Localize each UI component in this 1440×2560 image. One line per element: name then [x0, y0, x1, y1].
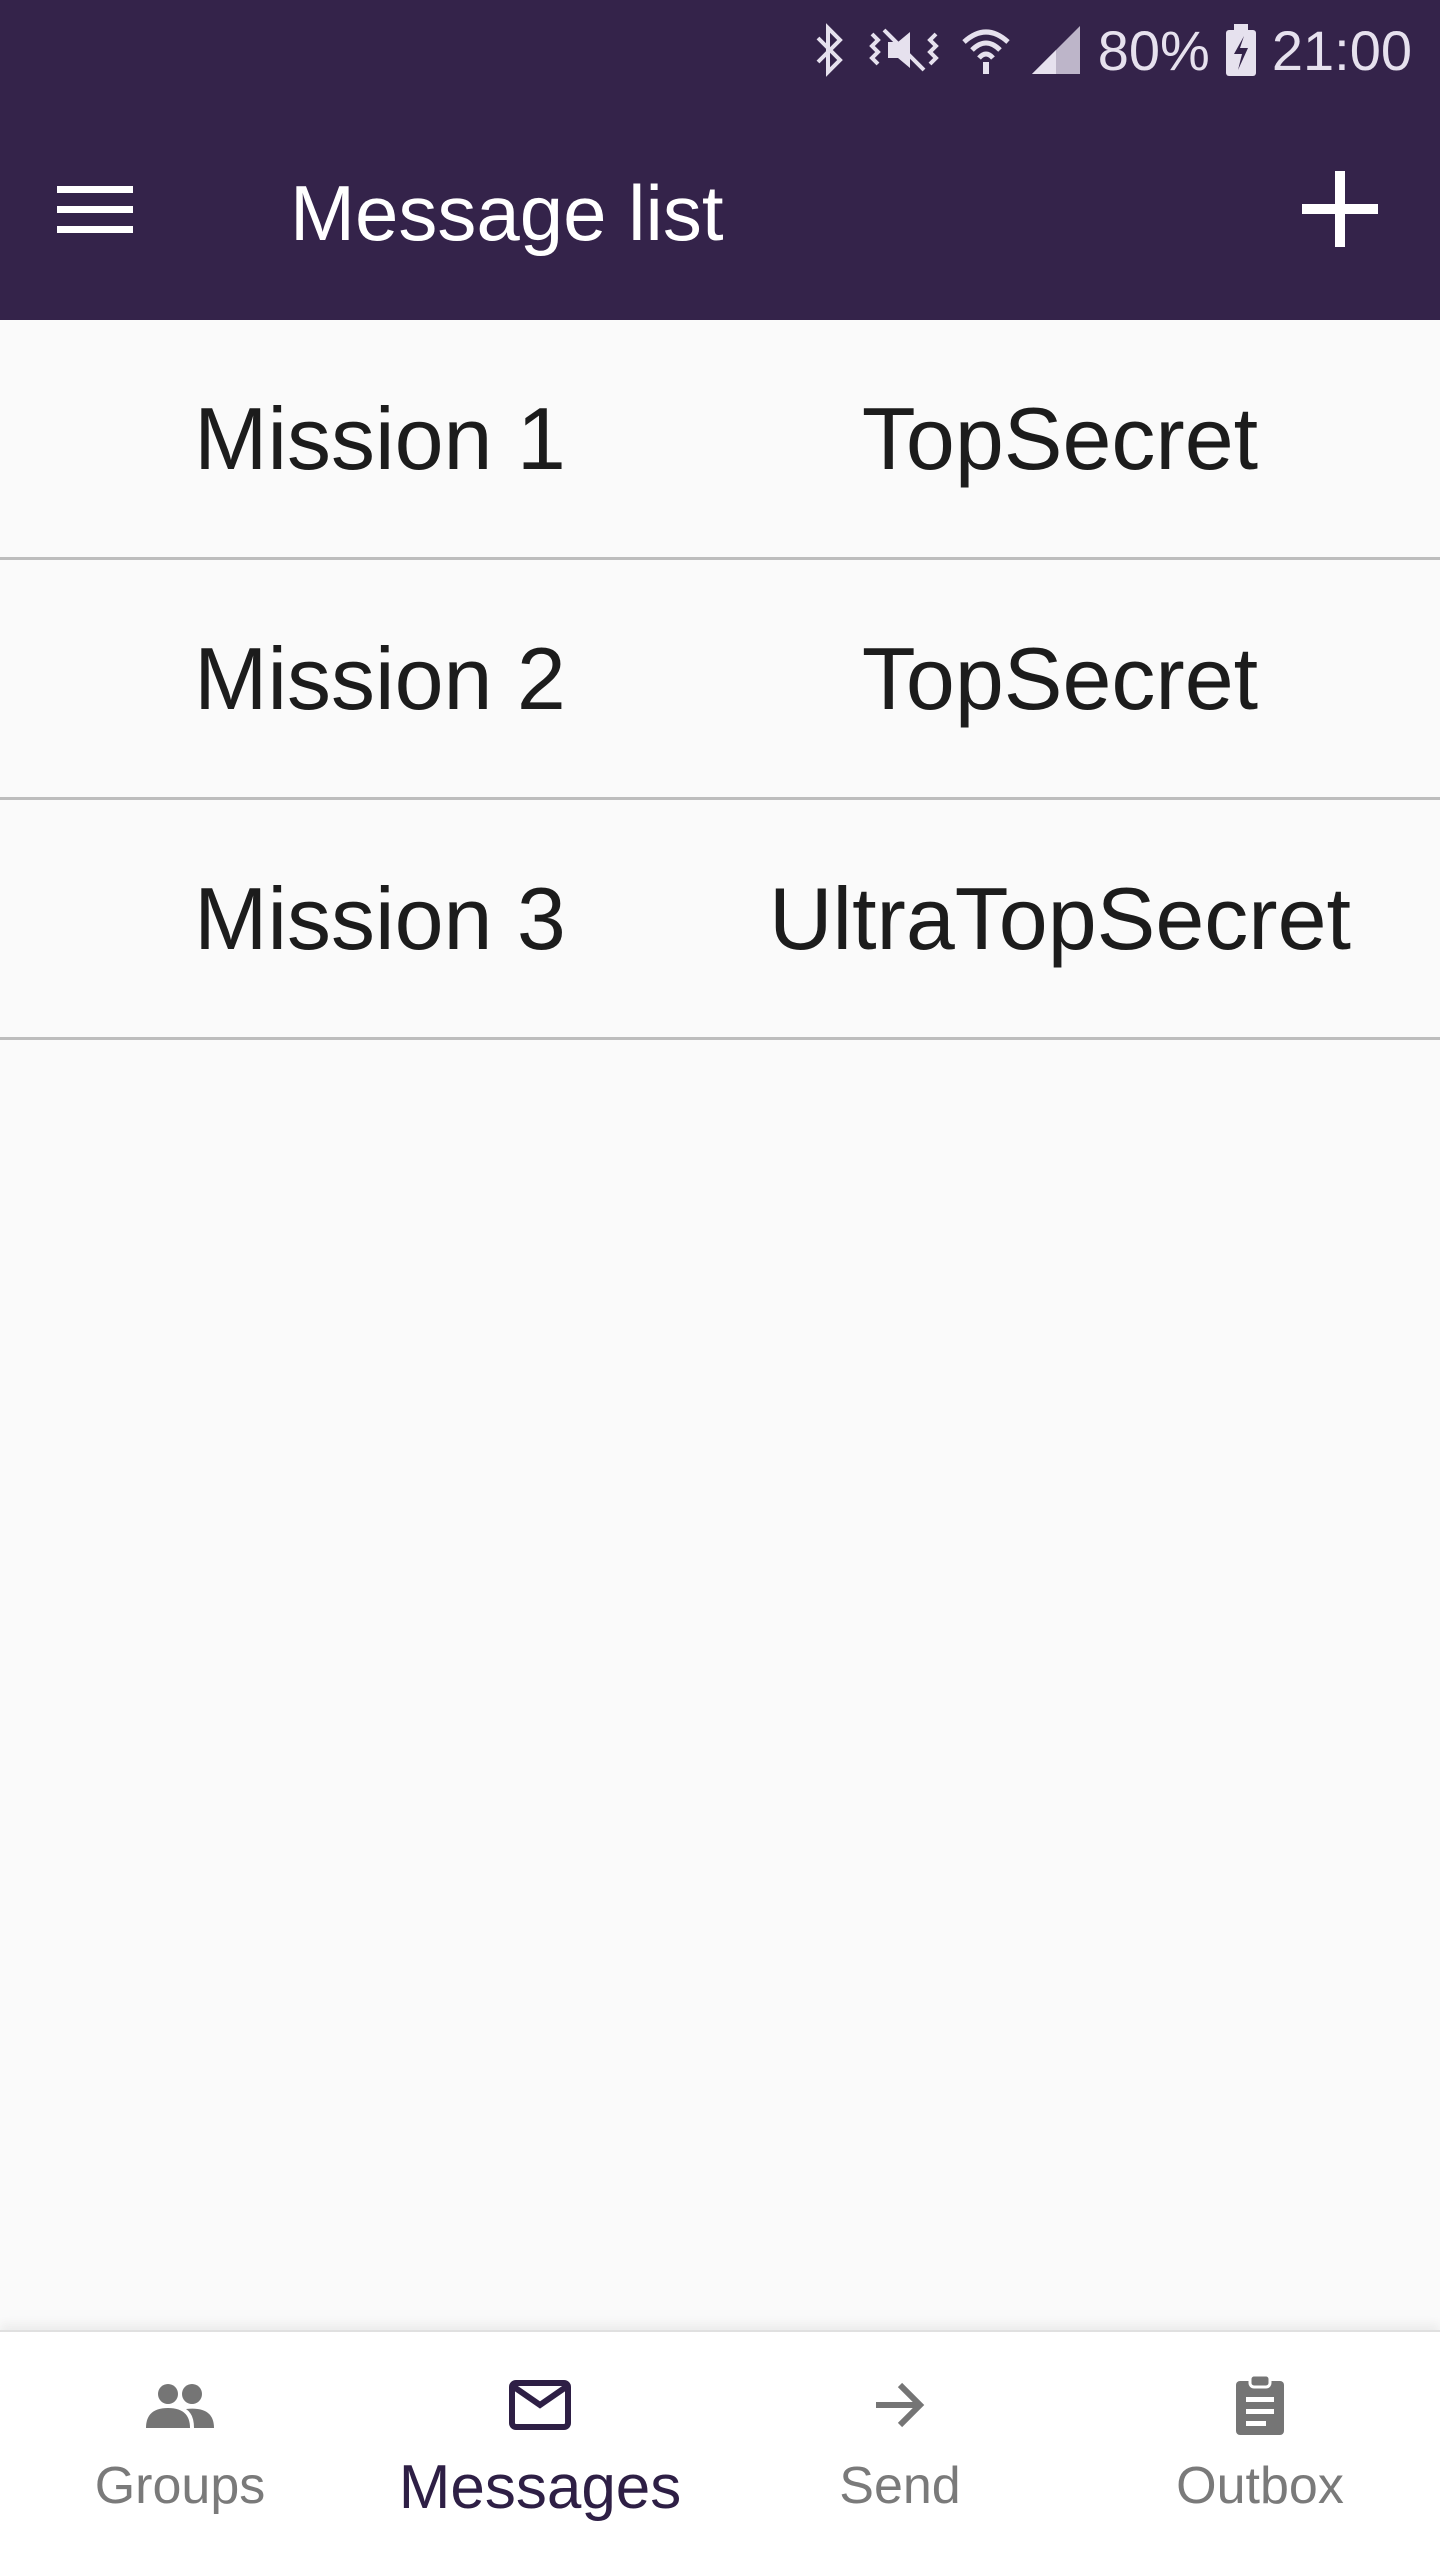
arrow-right-icon: [860, 2370, 940, 2440]
clipboard-icon: [1220, 2370, 1300, 2440]
vibrate-icon: [864, 22, 944, 78]
page-title: Message list: [290, 169, 724, 257]
nav-label: Messages: [398, 2453, 682, 2522]
add-message-button[interactable]: [1280, 154, 1400, 264]
status-time: 21:00: [1271, 18, 1412, 82]
signal-icon: [1028, 22, 1084, 78]
message-name: Mission 1: [194, 388, 566, 488]
hamburger-menu-icon: [57, 186, 133, 233]
bottom-navigation: Groups Messages Send Outbox: [0, 2330, 1440, 2560]
message-name: Mission 2: [194, 628, 566, 728]
message-classification: UltraTopSecret: [768, 868, 1351, 968]
wifi-icon: [958, 22, 1014, 78]
message-classification: TopSecret: [861, 628, 1259, 728]
battery-percent: 80%: [1097, 18, 1210, 82]
mail-icon: [500, 2370, 580, 2440]
plus-icon: [1302, 171, 1378, 247]
battery-charging-icon: [1224, 22, 1258, 78]
message-row[interactable]: Mission 3 UltraTopSecret: [0, 800, 1440, 1040]
nav-item-send[interactable]: Send: [720, 2332, 1080, 2560]
message-classification: TopSecret: [861, 388, 1259, 488]
nav-label: Groups: [94, 2457, 266, 2515]
status-bar: 80% 21:00: [0, 0, 1440, 100]
nav-item-outbox[interactable]: Outbox: [1080, 2332, 1440, 2560]
message-row[interactable]: Mission 1 TopSecret: [0, 320, 1440, 560]
nav-label: Send: [839, 2457, 961, 2515]
bluetooth-icon: [810, 22, 850, 78]
message-row[interactable]: Mission 2 TopSecret: [0, 560, 1440, 800]
menu-button[interactable]: [40, 160, 150, 260]
nav-label: Outbox: [1176, 2457, 1344, 2515]
people-icon: [140, 2370, 220, 2440]
nav-item-groups[interactable]: Groups: [0, 2332, 360, 2560]
message-list: Mission 1 TopSecret Mission 2 TopSecret …: [0, 320, 1440, 1040]
app-bar: Message list: [0, 100, 1440, 320]
message-name: Mission 3: [194, 868, 566, 968]
nav-item-messages[interactable]: Messages: [360, 2332, 720, 2560]
